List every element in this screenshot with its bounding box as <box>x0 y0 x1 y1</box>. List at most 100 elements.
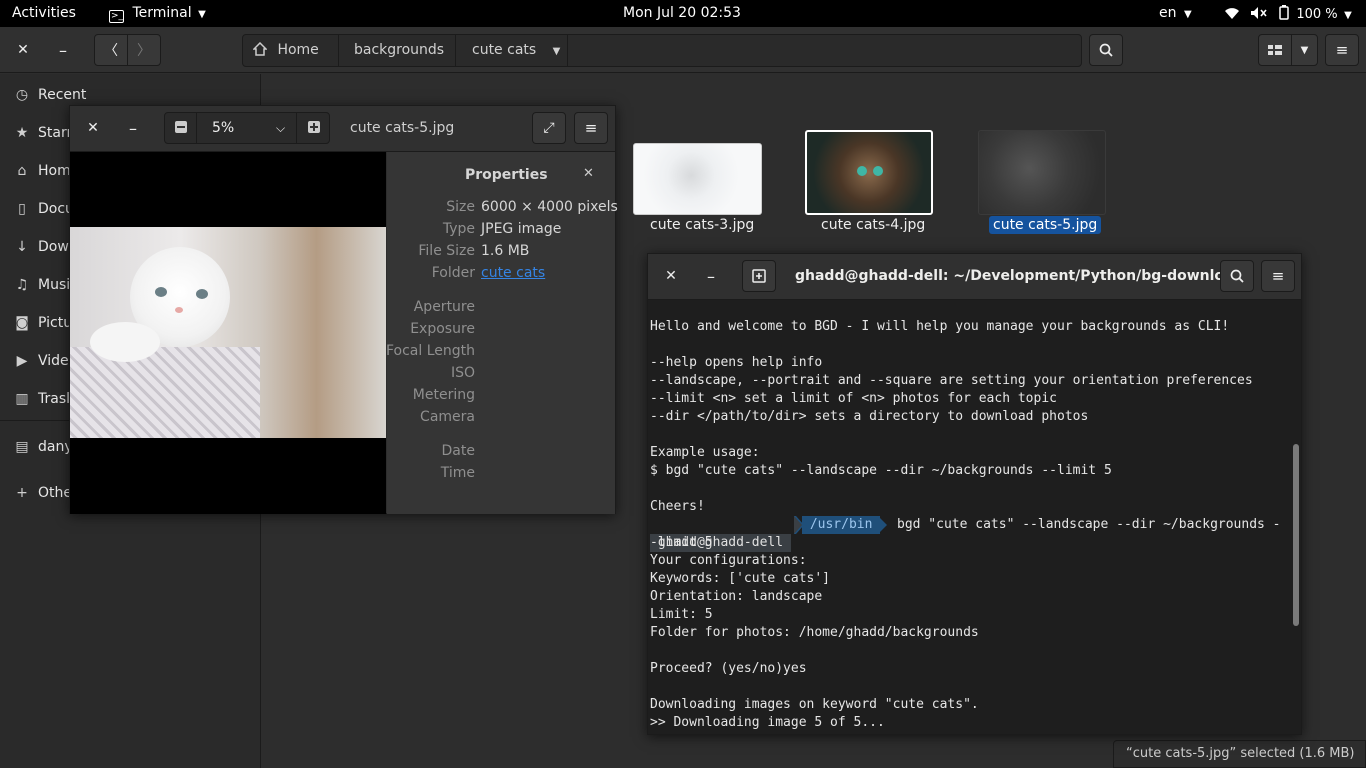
view-mode-button[interactable] <box>1258 34 1292 66</box>
activities-button[interactable]: Activities <box>12 5 76 21</box>
chevron-down-icon: ⌵ <box>275 121 286 135</box>
search-button[interactable] <box>1220 260 1254 292</box>
language-indicator[interactable]: en ▼ <box>1159 5 1192 21</box>
terminal-line: $ bgd "cute cats" --landscape --dir ~/ba… <box>650 463 1112 478</box>
status-floating-bar: “cute cats-5.jpg” selected (1.6 MB) <box>1113 740 1366 768</box>
chevron-down-icon: ▼ <box>1300 44 1309 56</box>
hamburger-icon: ≡ <box>1271 267 1285 285</box>
forward-button[interactable]: 〉 <box>127 34 161 66</box>
minimize-button[interactable]: – <box>46 34 80 66</box>
minimize-button[interactable]: – <box>116 112 150 144</box>
close-button[interactable]: ✕ <box>6 34 40 66</box>
fullscreen-button[interactable]: ⤢ <box>532 112 566 144</box>
sidebar-item-label: Musi <box>38 277 71 293</box>
menu-button[interactable]: ≡ <box>574 112 608 144</box>
close-button[interactable]: ✕ <box>654 260 688 292</box>
close-icon: ✕ <box>87 120 99 136</box>
search-icon <box>1099 43 1113 57</box>
scrollbar-thumb[interactable] <box>1293 444 1299 626</box>
property-key: Folder <box>431 265 475 281</box>
clock[interactable]: Mon Jul 20 02:53 <box>623 5 741 21</box>
minimize-button[interactable]: – <box>694 260 728 292</box>
file-thumbnail <box>633 143 762 215</box>
viewer-title: cute cats-5.jpg <box>350 120 455 136</box>
search-button[interactable] <box>1089 34 1123 66</box>
cat-eye <box>196 289 208 299</box>
property-row: Type JPEG image <box>387 221 615 241</box>
blanket <box>70 347 260 438</box>
zoom-out-button[interactable] <box>165 113 197 143</box>
property-row: Time <box>387 465 615 485</box>
image-canvas[interactable] <box>70 152 386 514</box>
sidebar-item-label: Hom <box>38 163 71 179</box>
chevron-down-icon: ▼ <box>1183 9 1192 20</box>
prompt-separator-icon <box>878 516 887 534</box>
chevron-left-icon: 〈 <box>104 43 118 59</box>
hamburger-icon: ≡ <box>1335 41 1349 59</box>
video-icon: ▶ <box>16 353 28 369</box>
terminal-line: Example usage: <box>650 445 760 460</box>
zoom-in-button[interactable] <box>298 113 330 143</box>
image-viewer-window: ✕ – 5% ⌵ cute cats-5.jpg ⤢ ≡ Properties … <box>69 105 618 514</box>
cat-eye <box>155 287 167 297</box>
chevron-right-icon: 〉 <box>137 43 151 59</box>
close-icon: ✕ <box>583 166 594 181</box>
terminal-line: Limit: 5 <box>650 607 713 622</box>
file-item[interactable]: cute cats-3.jpg <box>630 142 765 242</box>
battery-percentage: 100 % <box>1296 7 1338 22</box>
prompt-command: bgd "cute cats" --landscape --dir ~/back… <box>897 517 1281 532</box>
close-button[interactable]: ✕ <box>76 112 110 144</box>
home-icon: ⌂ <box>17 163 27 179</box>
wifi-icon <box>1225 8 1239 19</box>
cat-paw <box>90 322 160 362</box>
view-options-button[interactable]: ▼ <box>1291 34 1318 66</box>
sidebar-item-label: Recent <box>38 87 87 103</box>
menu-button[interactable]: ≡ <box>1325 34 1359 66</box>
path-bar: Home backgrounds cute cats ▼ <box>242 34 1082 67</box>
sidebar-item-label: Othe <box>38 485 72 501</box>
menu-button[interactable]: ≡ <box>1261 260 1295 292</box>
system-menu[interactable]: 100 % ▼ <box>1224 5 1352 22</box>
top-bar: Activities >_ Terminal ▼ Mon Jul 20 02:5… <box>0 0 1366 27</box>
path-cute-cats-label: cute cats <box>472 42 537 58</box>
close-icon: ✕ <box>665 268 677 284</box>
hamburger-icon: ≡ <box>584 119 598 137</box>
music-icon: ♫ <box>15 277 29 293</box>
terminal-output[interactable]: Hello and welcome to BGD - I will help y… <box>650 302 1290 732</box>
property-row: Exposure <box>387 321 615 341</box>
search-icon <box>1230 269 1244 283</box>
path-backgrounds[interactable]: backgrounds <box>339 35 456 66</box>
terminal-line: Downloading images on keyword "cute cats… <box>650 697 979 712</box>
download-icon: ↓ <box>16 239 28 255</box>
app-name: Terminal <box>132 5 192 21</box>
zoom-dropdown[interactable]: ⌵ <box>265 113 297 143</box>
file-item-selected[interactable]: cute cats-5.jpg <box>975 130 1110 240</box>
image-viewer-headerbar: ✕ – 5% ⌵ cute cats-5.jpg ⤢ ≡ <box>70 106 615 152</box>
back-button[interactable]: 〈 <box>94 34 128 66</box>
file-thumbnail <box>805 130 933 215</box>
list-view-icon <box>1268 45 1282 55</box>
folder-link[interactable]: cute cats <box>481 265 545 281</box>
zoom-level[interactable]: 5% <box>197 113 245 143</box>
terminal-window: ✕ – ghadd@ghadd-dell: ~/Development/Pyth… <box>647 253 1302 735</box>
new-tab-button[interactable] <box>742 260 776 292</box>
sidebar-item-label: Pictu <box>38 315 73 331</box>
chevron-down-icon: ▼ <box>1344 10 1352 21</box>
terminal-line: Hello and welcome to BGD - I will help y… <box>650 319 1230 334</box>
clock-icon: ◷ <box>15 87 29 103</box>
fullscreen-icon: ⤢ <box>543 120 555 136</box>
terminal-title: ghadd@ghadd-dell: ~/Development/Python/b… <box>795 268 1250 284</box>
battery-icon <box>1279 5 1289 20</box>
terminal-line: Keywords: ['cute cats'] <box>650 571 831 586</box>
zoom-control: 5% ⌵ <box>164 112 330 144</box>
path-home[interactable]: Home <box>243 35 339 66</box>
properties-close-button[interactable]: ✕ <box>583 166 594 181</box>
property-row: File Size 1.6 MB <box>387 243 615 263</box>
app-menu[interactable]: >_ Terminal ▼ <box>109 5 206 23</box>
sidebar-item-label: Vide <box>38 353 69 369</box>
cat-nose <box>175 307 183 313</box>
new-tab-icon <box>752 269 766 283</box>
path-cute-cats[interactable]: cute cats ▼ <box>456 35 568 66</box>
property-value: 1.6 MB <box>481 243 530 259</box>
file-item[interactable]: cute cats-4.jpg <box>802 130 937 240</box>
